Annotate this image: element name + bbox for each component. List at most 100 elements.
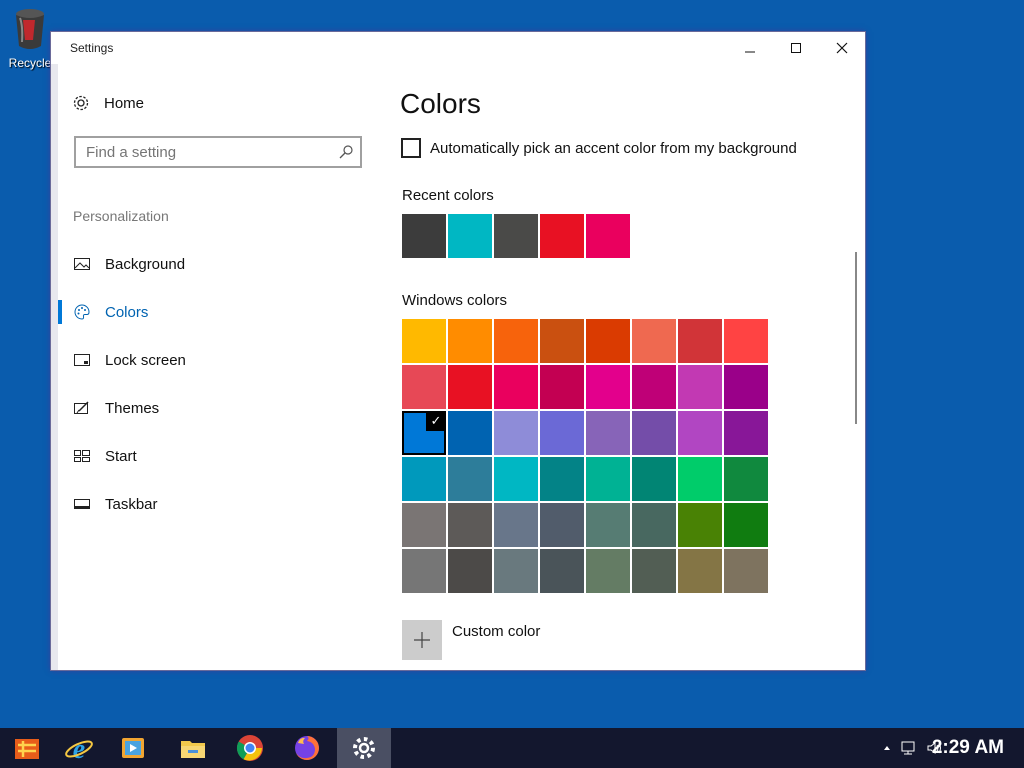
color-swatch[interactable] (678, 457, 722, 501)
taskbar-icon (74, 499, 90, 509)
color-swatch[interactable] (540, 411, 584, 455)
color-swatch[interactable] (448, 411, 492, 455)
minimize-button[interactable] (727, 32, 773, 64)
color-swatch[interactable] (494, 549, 538, 593)
color-swatch[interactable] (540, 319, 584, 363)
internet-explorer-icon: e (65, 734, 93, 763)
color-swatch[interactable] (678, 503, 722, 547)
color-swatch[interactable] (494, 411, 538, 455)
sidebar-item-label: Background (105, 255, 186, 273)
color-swatch[interactable] (402, 319, 446, 363)
recent-color-swatch[interactable] (448, 214, 492, 258)
color-swatch[interactable] (724, 411, 768, 455)
color-swatch[interactable] (586, 411, 630, 455)
search-input[interactable] (86, 143, 326, 161)
media-player-icon (122, 738, 144, 758)
recent-color-swatch[interactable] (494, 214, 538, 258)
sidebar-item-themes[interactable]: Themes (51, 384, 371, 432)
color-swatch[interactable]: ✓ (402, 411, 446, 455)
color-swatch[interactable] (632, 365, 676, 409)
sidebar-item-label: Lock screen (105, 351, 186, 369)
close-icon (836, 42, 848, 54)
scrollbar[interactable] (855, 252, 857, 424)
recent-color-swatch[interactable] (402, 214, 446, 258)
color-swatch[interactable] (724, 365, 768, 409)
recycle-bin-desktop-icon[interactable]: Recycle (4, 6, 56, 70)
color-swatch[interactable] (632, 549, 676, 593)
color-swatch[interactable] (678, 549, 722, 593)
color-swatch[interactable] (678, 365, 722, 409)
color-swatch[interactable] (586, 319, 630, 363)
auto-accent-label: Automatically pick an accent color from … (430, 139, 797, 157)
sidebar-item-start[interactable]: Start (51, 432, 371, 480)
title-bar[interactable]: Settings (51, 32, 865, 64)
color-swatch[interactable] (494, 319, 538, 363)
color-swatch[interactable] (402, 457, 446, 501)
taskbar-settings[interactable] (337, 728, 391, 768)
chevron-up-icon[interactable] (882, 743, 892, 753)
color-swatch[interactable] (586, 503, 630, 547)
color-swatch[interactable] (724, 319, 768, 363)
color-swatch[interactable] (586, 549, 630, 593)
color-swatch[interactable] (494, 457, 538, 501)
taskbar-clock[interactable]: 2:29 AM (932, 737, 1004, 759)
auto-accent-checkbox[interactable] (401, 138, 421, 158)
color-swatch[interactable] (586, 457, 630, 501)
search-icon (339, 145, 353, 159)
file-explorer-icon (181, 741, 205, 758)
sidebar-nav: Background Colors Lock screen Themes Sta… (51, 240, 371, 528)
color-swatch[interactable] (586, 365, 630, 409)
color-swatch[interactable] (448, 457, 492, 501)
auto-accent-option[interactable]: Automatically pick an accent color from … (401, 138, 797, 158)
color-swatch[interactable] (678, 319, 722, 363)
taskbar-internet-explorer[interactable]: e (52, 728, 106, 768)
start-icon (74, 450, 90, 462)
recent-color-swatch[interactable] (586, 214, 630, 258)
taskbar-media-player[interactable] (106, 728, 160, 768)
taskbar-firefox[interactable] (280, 728, 334, 768)
custom-color-button[interactable]: Custom color (402, 620, 540, 660)
sidebar-item-colors[interactable]: Colors (51, 288, 371, 336)
color-swatch[interactable] (724, 503, 768, 547)
recycle-bin-icon (13, 6, 47, 52)
color-swatch[interactable] (724, 549, 768, 593)
color-swatch[interactable] (402, 365, 446, 409)
recent-colors-row (402, 214, 630, 258)
color-swatch[interactable] (632, 503, 676, 547)
search-box[interactable] (74, 136, 362, 168)
color-swatch[interactable] (540, 365, 584, 409)
sidebar-item-label: Themes (105, 399, 160, 417)
sidebar-item-background[interactable]: Background (51, 240, 371, 288)
sidebar-item-taskbar[interactable]: Taskbar (51, 480, 371, 528)
color-swatch[interactable] (632, 319, 676, 363)
sidebar-item-lock-screen[interactable]: Lock screen (51, 336, 371, 384)
color-swatch[interactable] (724, 457, 768, 501)
network-icon[interactable] (900, 740, 918, 756)
windows-colors-grid: ✓ (402, 319, 768, 593)
color-swatch[interactable] (632, 411, 676, 455)
taskbar-chrome[interactable] (223, 728, 277, 768)
recent-color-swatch[interactable] (540, 214, 584, 258)
taskbar-file-explorer[interactable] (166, 728, 220, 768)
taskbar-start-button[interactable] (0, 728, 54, 768)
maximize-icon (791, 43, 801, 53)
color-swatch[interactable] (494, 365, 538, 409)
color-swatch[interactable] (540, 457, 584, 501)
color-swatch[interactable] (540, 549, 584, 593)
home-nav-item[interactable]: Home (72, 94, 144, 112)
color-swatch[interactable] (632, 457, 676, 501)
color-swatch[interactable] (448, 549, 492, 593)
color-swatch[interactable] (540, 503, 584, 547)
color-swatch[interactable] (448, 365, 492, 409)
color-swatch[interactable] (448, 503, 492, 547)
firefox-icon (295, 736, 319, 760)
color-swatch[interactable] (494, 503, 538, 547)
color-swatch[interactable] (678, 411, 722, 455)
window-title: Settings (70, 41, 114, 55)
color-swatch[interactable] (448, 319, 492, 363)
color-swatch[interactable] (402, 549, 446, 593)
maximize-button[interactable] (773, 32, 819, 64)
svg-text:e: e (73, 734, 85, 763)
close-button[interactable] (819, 32, 865, 64)
color-swatch[interactable] (402, 503, 446, 547)
